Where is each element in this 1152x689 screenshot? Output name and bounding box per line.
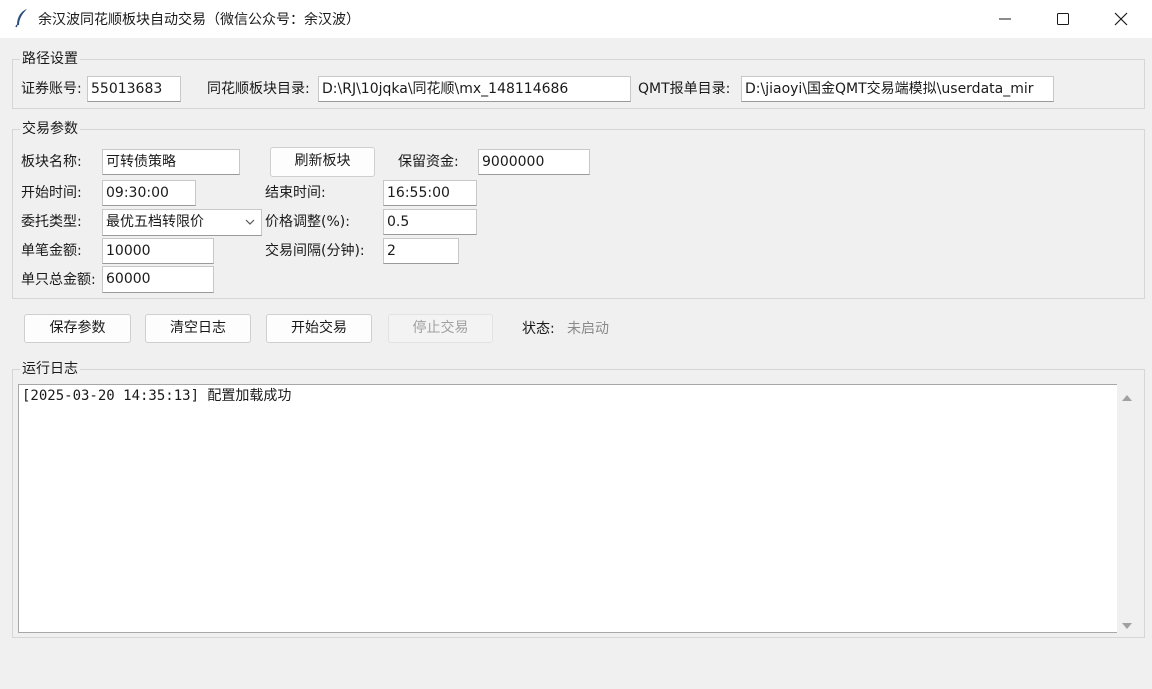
- status-value: 未启动: [567, 321, 609, 337]
- reserve-funds-input[interactable]: 9000000: [478, 149, 590, 175]
- scroll-up-icon[interactable]: [1122, 390, 1132, 406]
- chevron-down-icon[interactable]: [244, 210, 256, 235]
- single-amount-label: 单笔金额:: [21, 243, 82, 259]
- ths-dir-label: 同花顺板块目录:: [207, 81, 310, 97]
- title-bar[interactable]: 余汉波同花顺板块自动交易（微信公众号：余汉波）: [0, 0, 1152, 38]
- path-settings-label: 路径设置: [20, 50, 80, 68]
- refresh-block-button[interactable]: 刷新板块: [270, 147, 375, 177]
- price-adjust-label: 价格调整(%):: [265, 214, 350, 230]
- maximize-icon: [1057, 13, 1069, 25]
- reserve-funds-label: 保留资金:: [398, 154, 459, 170]
- block-name-input[interactable]: 可转债策略: [102, 149, 240, 175]
- start-time-label: 开始时间:: [21, 185, 82, 201]
- ths-dir-input[interactable]: D:\RJ\10jqka\同花顺\mx_148114686: [318, 76, 631, 102]
- single-amount-input[interactable]: 10000: [102, 238, 214, 264]
- price-adjust-input[interactable]: 0.5: [383, 209, 477, 235]
- order-type-value: 最优五档转限价: [106, 214, 204, 230]
- account-label: 证券账号:: [21, 81, 82, 97]
- qmt-dir-label: QMT报单目录:: [638, 81, 731, 97]
- total-amount-label: 单只总金额:: [21, 272, 96, 288]
- total-amount-input[interactable]: 60000: [102, 266, 214, 293]
- log-line: [2025-03-20 14:35:13] 配置加载成功: [22, 388, 292, 404]
- scroll-down-icon[interactable]: [1122, 618, 1132, 634]
- trade-params-label: 交易参数: [20, 120, 80, 138]
- maximize-button[interactable]: [1034, 0, 1092, 38]
- qmt-dir-input[interactable]: D:\jiaoyi\国金QMT交易端模拟\userdata_mir: [741, 76, 1054, 102]
- save-params-button[interactable]: 保存参数: [24, 314, 131, 343]
- minimize-icon: [999, 18, 1011, 20]
- window-title: 余汉波同花顺板块自动交易（微信公众号：余汉波）: [38, 12, 360, 28]
- clear-log-button[interactable]: 清空日志: [145, 314, 251, 343]
- account-input[interactable]: 55013683: [87, 76, 181, 102]
- start-time-input[interactable]: 09:30:00: [102, 180, 196, 206]
- log-label: 运行日志: [20, 360, 80, 378]
- log-scrollbar[interactable]: [1117, 384, 1137, 633]
- order-type-label: 委托类型:: [21, 214, 82, 230]
- close-icon: [1114, 12, 1128, 26]
- interval-label: 交易间隔(分钟):: [265, 243, 365, 259]
- log-textarea[interactable]: [2025-03-20 14:35:13] 配置加载成功: [18, 384, 1117, 633]
- close-button[interactable]: [1092, 0, 1150, 38]
- block-name-label: 板块名称:: [21, 154, 82, 170]
- start-trading-button[interactable]: 开始交易: [266, 314, 372, 343]
- feather-icon: [14, 8, 30, 28]
- status-label: 状态:: [522, 321, 555, 337]
- end-time-input[interactable]: 16:55:00: [383, 180, 477, 206]
- minimize-button[interactable]: [976, 0, 1034, 38]
- stop-trading-button[interactable]: 停止交易: [388, 314, 493, 343]
- order-type-select[interactable]: 最优五档转限价: [102, 209, 262, 236]
- interval-input[interactable]: 2: [383, 238, 459, 264]
- end-time-label: 结束时间:: [265, 185, 326, 201]
